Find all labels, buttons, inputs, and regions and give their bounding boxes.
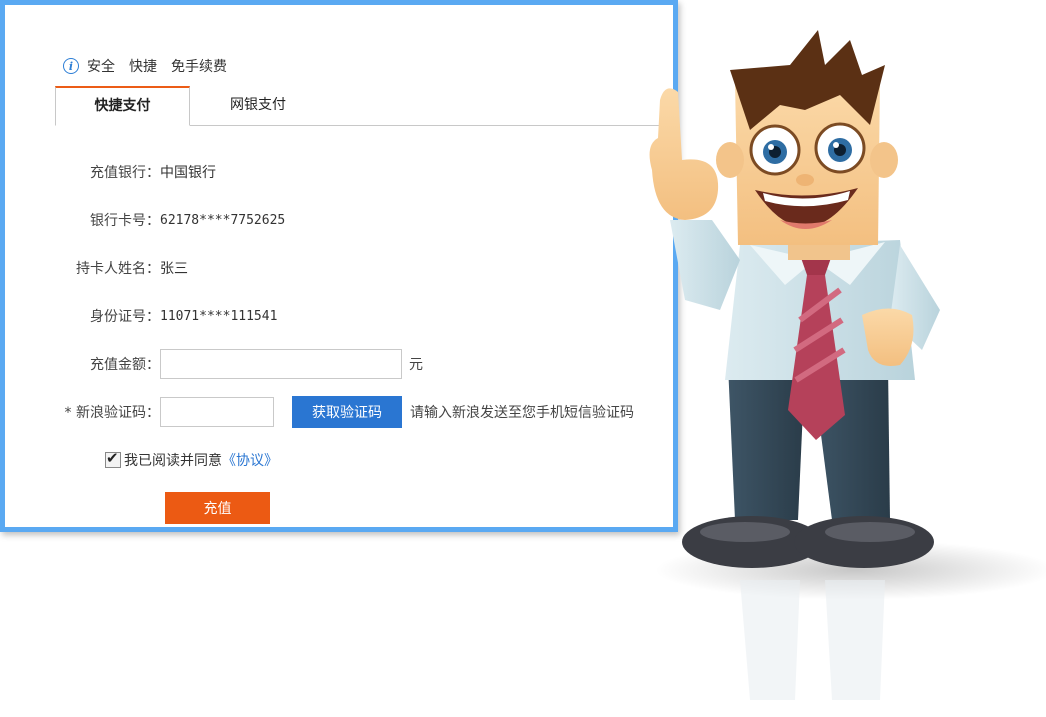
recharge-button[interactable]: 充值 (165, 492, 270, 524)
feature-no-fee: 免手续费 (171, 59, 227, 75)
amount-label: 充值金额： (90, 357, 160, 373)
cardholder-label: 持卡人姓名： (76, 261, 160, 277)
card-number-label: 银行卡号： (90, 213, 160, 229)
bank-value: 中国银行 (160, 165, 216, 181)
card-row: 银行卡号： 62178****7752625 (45, 205, 285, 235)
get-code-button[interactable]: 获取验证码 (292, 396, 402, 428)
info-icon: i (63, 58, 79, 74)
feature-security: 安全 (87, 59, 115, 75)
checkmark-icon: ✔ (106, 449, 119, 467)
amount-unit: 元 (409, 357, 423, 373)
verify-code-input[interactable] (160, 397, 274, 427)
tab-online-banking[interactable]: 网银支付 (228, 86, 288, 124)
payment-tabs: 快捷支付 网银支付 (55, 86, 667, 126)
agree-checkbox[interactable]: ✔ (105, 449, 121, 468)
verify-code-label: * 新浪验证码： (64, 405, 160, 421)
tab-quick-pay[interactable]: 快捷支付 (55, 86, 190, 126)
verify-code-row: * 新浪验证码： 获取验证码 请输入新浪发送至您手机短信验证码 (45, 396, 634, 428)
id-number-label: 身份证号： (90, 309, 160, 325)
cardholder-value: 张三 (160, 261, 188, 277)
mascot-illustration (649, 30, 1046, 700)
feature-strip: i 安全 快捷 免手续费 (63, 55, 241, 77)
bank-label: 充值银行： (90, 165, 160, 181)
amount-input[interactable] (160, 349, 402, 379)
bank-row: 充值银行： 中国银行 (45, 157, 216, 187)
agree-text: 我已阅读并同意 (124, 453, 222, 469)
cardholder-row: 持卡人姓名： 张三 (45, 253, 188, 283)
agreement-row: ✔ 我已阅读并同意 《协议》 (105, 445, 278, 475)
card-number-value: 62178****7752625 (160, 212, 286, 228)
amount-row: 充值金额： 元 (45, 348, 423, 380)
recharge-panel: i 安全 快捷 免手续费 快捷支付 网银支付 充值银行： 中国银行 银行卡号： … (0, 0, 678, 532)
agreement-link[interactable]: 《协议》 (222, 450, 278, 470)
id-row: 身份证号： 11071****111541 (45, 301, 277, 331)
feature-fast: 快捷 (129, 59, 157, 75)
id-number-value: 11071****111541 (160, 308, 278, 324)
